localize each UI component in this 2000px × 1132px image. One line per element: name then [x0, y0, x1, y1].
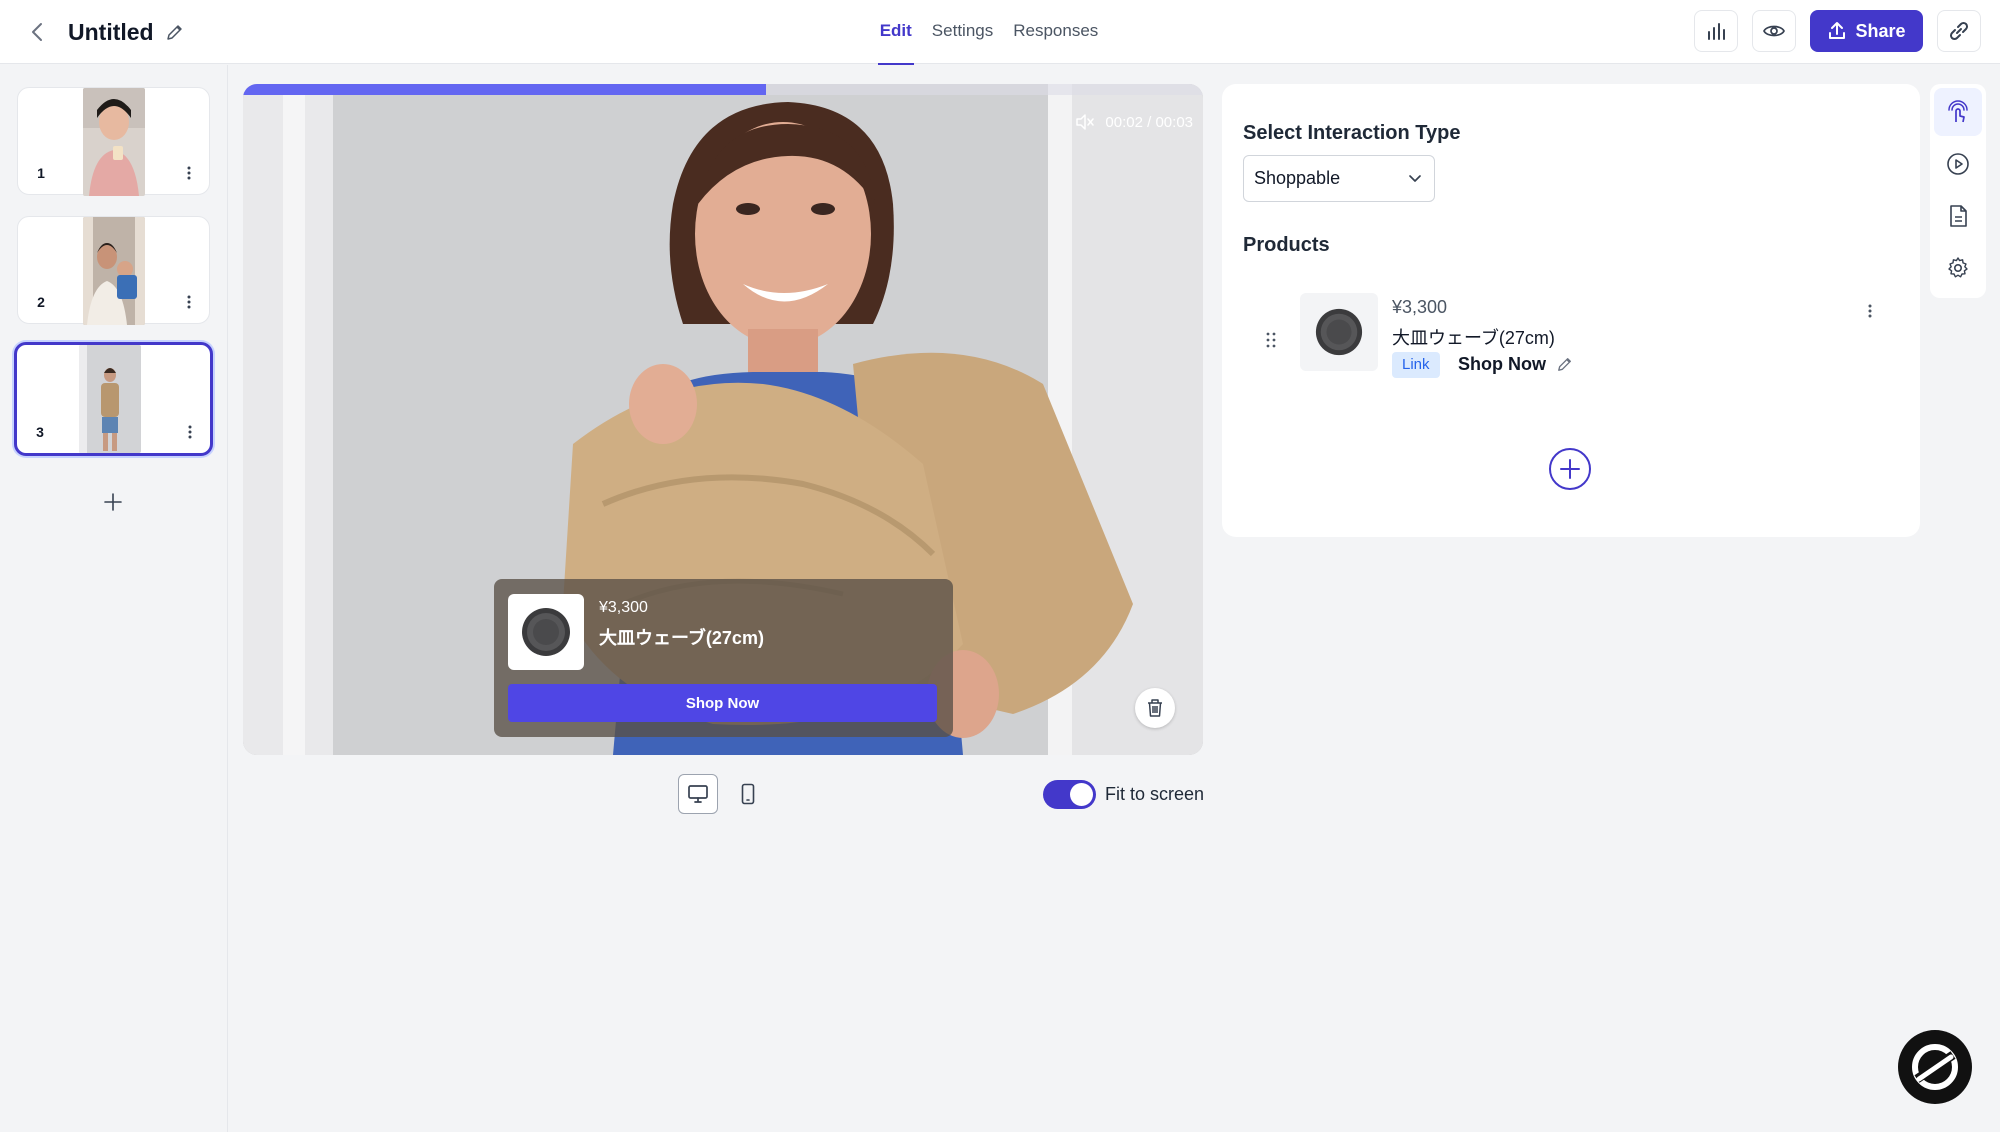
edit-title-button[interactable] [162, 19, 188, 45]
share-button[interactable]: Share [1810, 10, 1923, 52]
pencil-icon [167, 25, 182, 40]
video-time: 00:02 / 00:03 [1105, 113, 1193, 131]
play-circle-icon [1947, 153, 1969, 175]
tab-settings[interactable]: Settings [922, 0, 1003, 64]
settings-tool-button[interactable] [1934, 244, 1982, 292]
slide-menu-button[interactable] [179, 162, 199, 184]
products-heading: Products [1243, 234, 1330, 256]
product-cta-label: Shop Now [1458, 354, 1546, 374]
slide-menu-button[interactable] [180, 421, 200, 443]
video-progress-fill [243, 84, 767, 95]
slide-card-3[interactable]: 3 [14, 342, 213, 456]
product-drag-handle[interactable] [1262, 328, 1280, 352]
interaction-type-select[interactable]: Shoppable [1243, 155, 1435, 202]
chevron-left-icon [32, 23, 42, 41]
interaction-panel: Select Interaction Type Shoppable Produc… [1222, 84, 1920, 537]
slide-card-2[interactable]: 2 [17, 216, 210, 325]
add-product-button[interactable] [1549, 448, 1591, 490]
product-image [508, 594, 584, 670]
back-button[interactable] [22, 17, 52, 47]
copy-link-button[interactable] [1937, 10, 1981, 52]
page-title: Untitled [68, 19, 154, 45]
drag-handle-icon [1266, 332, 1276, 348]
more-vertical-icon [188, 425, 192, 439]
share-label: Share [1855, 20, 1906, 41]
plate-icon [1315, 308, 1363, 356]
product-name: 大皿ウェーブ(27cm) [599, 628, 764, 648]
video-preview[interactable]: 00:02 / 00:03 ¥3,300 大皿ウェーブ(27cm) Shop N… [243, 84, 1203, 755]
help-chat-button[interactable] [1898, 1030, 1972, 1104]
more-vertical-icon [187, 295, 191, 309]
tab-responses[interactable]: Responses [1003, 0, 1108, 64]
desktop-view-button[interactable] [678, 774, 718, 814]
plate-icon [522, 608, 570, 656]
content-tool-button[interactable] [1934, 192, 1982, 240]
monitor-icon [688, 785, 708, 803]
more-vertical-icon [1868, 304, 1872, 318]
slide-number: 1 [30, 162, 52, 184]
slide-number: 3 [29, 421, 51, 443]
touch-icon [1948, 100, 1968, 123]
brand-logo-icon [1912, 1044, 1958, 1090]
product-thumbnail [1300, 293, 1378, 371]
slide-menu-button[interactable] [179, 291, 199, 313]
mute-icon [1076, 114, 1095, 130]
slide-thumbnail [83, 217, 145, 325]
product-menu-button[interactable] [1862, 299, 1878, 323]
interaction-type-heading: Select Interaction Type [1243, 122, 1461, 144]
tool-rail [1930, 84, 1986, 298]
trash-icon [1148, 699, 1162, 717]
fit-to-screen-label: Fit to screen [1105, 784, 1205, 804]
edit-cta-button[interactable] [1554, 353, 1576, 375]
product-name: 大皿ウェーブ(27cm) [1392, 328, 1555, 348]
bar-chart-icon [1708, 23, 1725, 40]
media-tool-button[interactable] [1934, 140, 1982, 188]
tab-edit[interactable]: Edit [870, 0, 922, 65]
slide-thumbnail [79, 345, 141, 453]
add-slide-button[interactable] [98, 487, 128, 517]
interaction-type-value: Shoppable [1254, 168, 1341, 188]
chevron-down-icon [1409, 174, 1421, 182]
shop-now-button[interactable]: Shop Now [508, 684, 937, 722]
smartphone-icon [741, 783, 755, 805]
plus-icon [104, 493, 122, 511]
video-progress-track[interactable] [243, 84, 1203, 95]
mobile-view-button[interactable] [728, 774, 768, 814]
video-time-row: 00:02 / 00:03 [1075, 112, 1193, 132]
slide-number: 2 [30, 291, 52, 313]
mute-button[interactable] [1075, 112, 1095, 132]
plus-icon [1560, 459, 1580, 479]
top-bar: Untitled Edit Settings Responses Share [0, 0, 2000, 65]
eye-icon [1763, 25, 1785, 37]
product-overlay-card: ¥3,300 大皿ウェーブ(27cm) Shop Now [494, 579, 953, 737]
product-price: ¥3,300 [599, 599, 648, 616]
fit-to-screen-toggle[interactable] [1043, 780, 1096, 809]
preview-button[interactable] [1752, 10, 1796, 52]
slide-sidebar: 1 2 3 [0, 65, 228, 1132]
link-icon [1949, 21, 1969, 41]
toggle-knob [1070, 783, 1093, 806]
gear-icon [1948, 257, 1968, 278]
document-icon [1950, 205, 1967, 227]
link-badge: Link [1392, 352, 1440, 378]
product-price: ¥3,300 [1392, 297, 1448, 317]
slide-thumbnail [83, 88, 145, 196]
interaction-tool-button[interactable] [1934, 88, 1982, 136]
slide-card-1[interactable]: 1 [17, 87, 210, 196]
pencil-icon [1558, 358, 1571, 371]
upload-icon [1829, 22, 1846, 39]
analytics-button[interactable] [1694, 10, 1738, 52]
more-vertical-icon [187, 166, 191, 180]
delete-overlay-button[interactable] [1135, 688, 1175, 728]
